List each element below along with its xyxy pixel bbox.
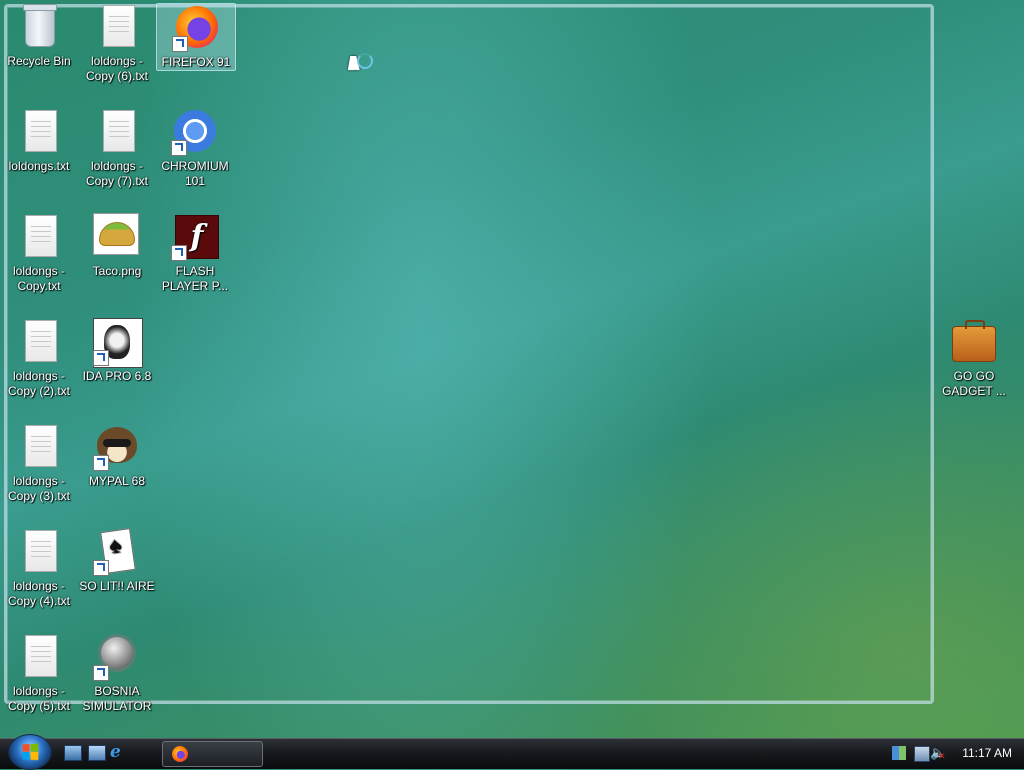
desktop-icon-label: SO LIT!! AIRE xyxy=(79,579,155,593)
shortcut-arrow-icon xyxy=(171,245,187,261)
shortcut-arrow-icon xyxy=(172,36,188,52)
desktop-icon-label: GO GO GADGET ... xyxy=(942,369,1006,398)
text-file-icon xyxy=(93,3,141,51)
flip-3d-icon[interactable] xyxy=(88,745,106,761)
text-file-icon xyxy=(15,633,63,681)
desktop-icon-label: IDA PRO 6.8 xyxy=(82,369,152,383)
desktop-icon-loldongs-copy-6[interactable]: loldongs - Copy (6).txt xyxy=(78,3,156,84)
desktop-icon-label: loldongs - Copy (7).txt xyxy=(85,159,148,188)
desktop-icon-go-go-gadget[interactable]: GO GO GADGET ... xyxy=(935,318,1013,399)
flash-player-icon: f xyxy=(171,213,219,261)
desktop-icon-label: loldongs - Copy (6).txt xyxy=(85,54,148,83)
desktop-icon-flash-player[interactable]: f FLASH PLAYER P... xyxy=(156,213,234,294)
desktop-icon-label: Taco.png xyxy=(92,264,142,278)
desktop-icon-loldongs-copy-2[interactable]: loldongs - Copy (2).txt xyxy=(0,318,78,399)
desktop-icon-mypal[interactable]: MYPAL 68 xyxy=(78,423,156,489)
desktop-icon-loldongs-copy-5[interactable]: loldongs - Copy (5).txt xyxy=(0,633,78,714)
shortcut-arrow-icon xyxy=(93,350,109,366)
playing-cards-icon xyxy=(93,528,141,576)
text-file-icon xyxy=(15,213,63,261)
desktop-icon-loldongs-copy[interactable]: loldongs - Copy.txt xyxy=(0,213,78,294)
windows-security-icon[interactable] xyxy=(892,746,906,760)
desktop[interactable]: Recycle Bin loldongs.txt loldongs - Copy… xyxy=(0,0,1024,738)
volume-muted-icon[interactable]: 🔈 xyxy=(930,746,946,764)
desktop-icon-label: loldongs - Copy (5).txt xyxy=(7,684,70,713)
shortcut-arrow-icon xyxy=(93,560,109,576)
briefcase-icon xyxy=(950,318,998,366)
desktop-icon-solitaire[interactable]: SO LIT!! AIRE xyxy=(78,528,156,594)
desktop-icon-label: MYPAL 68 xyxy=(88,474,146,488)
desktop-icon-loldongs-copy-4[interactable]: loldongs - Copy (4).txt xyxy=(0,528,78,609)
firefox-icon xyxy=(172,4,220,52)
desktop-icon-label: loldongs - Copy (4).txt xyxy=(7,579,70,608)
desktop-icon-loldongs-txt[interactable]: loldongs.txt xyxy=(0,108,78,174)
taskbar-button-firefox[interactable] xyxy=(162,741,263,767)
recycle-bin-icon xyxy=(15,3,63,51)
text-file-icon xyxy=(15,108,63,156)
desktop-icon-label: loldongs - Copy (3).txt xyxy=(7,474,70,503)
busy-spinner-icon xyxy=(357,53,373,69)
internet-explorer-icon[interactable]: e xyxy=(110,744,126,761)
shortcut-arrow-icon xyxy=(171,140,187,156)
desktop-icon-loldongs-copy-3[interactable]: loldongs - Copy (3).txt xyxy=(0,423,78,504)
desktop-icon-bosnia-simulator[interactable]: BOSNIA SIMULATOR xyxy=(78,633,156,714)
desktop-icon-label: FIREFOX 91 xyxy=(161,55,231,69)
desktop-icon-label: loldongs.txt xyxy=(8,159,70,173)
firefox-icon xyxy=(172,746,188,762)
taco-image-icon xyxy=(93,213,141,261)
desktop-icon-label: loldongs - Copy (2).txt xyxy=(7,369,70,398)
desktop-icon-label: loldongs - Copy.txt xyxy=(12,264,66,293)
raccoon-icon xyxy=(93,423,141,471)
desktop-icon-ida-pro[interactable]: IDA PRO 6.8 xyxy=(78,318,156,384)
desktop-icon-taco-png[interactable]: Taco.png xyxy=(78,213,156,279)
desktop-icon-label: CHROMIUM 101 xyxy=(161,159,229,188)
text-file-icon xyxy=(15,318,63,366)
desktop-icon-loldongs-copy-7[interactable]: loldongs - Copy (7).txt xyxy=(78,108,156,189)
chromium-icon xyxy=(171,108,219,156)
show-desktop-icon[interactable] xyxy=(64,745,82,761)
desktop-icon-recycle-bin[interactable]: Recycle Bin xyxy=(0,3,78,69)
windows-logo-icon xyxy=(22,743,39,761)
clock[interactable]: 11:17 AM xyxy=(962,746,1012,760)
desktop-icon-label: Recycle Bin xyxy=(7,54,71,68)
taskbar xyxy=(0,738,1024,769)
desktop-icon-firefox[interactable]: FIREFOX 91 xyxy=(156,3,236,71)
network-icon[interactable] xyxy=(914,746,930,762)
desktop-icon-label: BOSNIA SIMULATOR xyxy=(82,684,152,713)
desktop-icon-chromium[interactable]: CHROMIUM 101 xyxy=(156,108,234,189)
text-file-icon xyxy=(93,108,141,156)
text-file-icon xyxy=(15,528,63,576)
shortcut-arrow-icon xyxy=(93,665,109,681)
ida-pro-icon xyxy=(93,318,143,368)
shortcut-arrow-icon xyxy=(93,455,109,471)
spiked-ball-icon xyxy=(93,633,141,681)
text-file-icon xyxy=(15,423,63,471)
start-button[interactable] xyxy=(8,734,52,770)
desktop-icon-label: FLASH PLAYER P... xyxy=(161,264,229,293)
